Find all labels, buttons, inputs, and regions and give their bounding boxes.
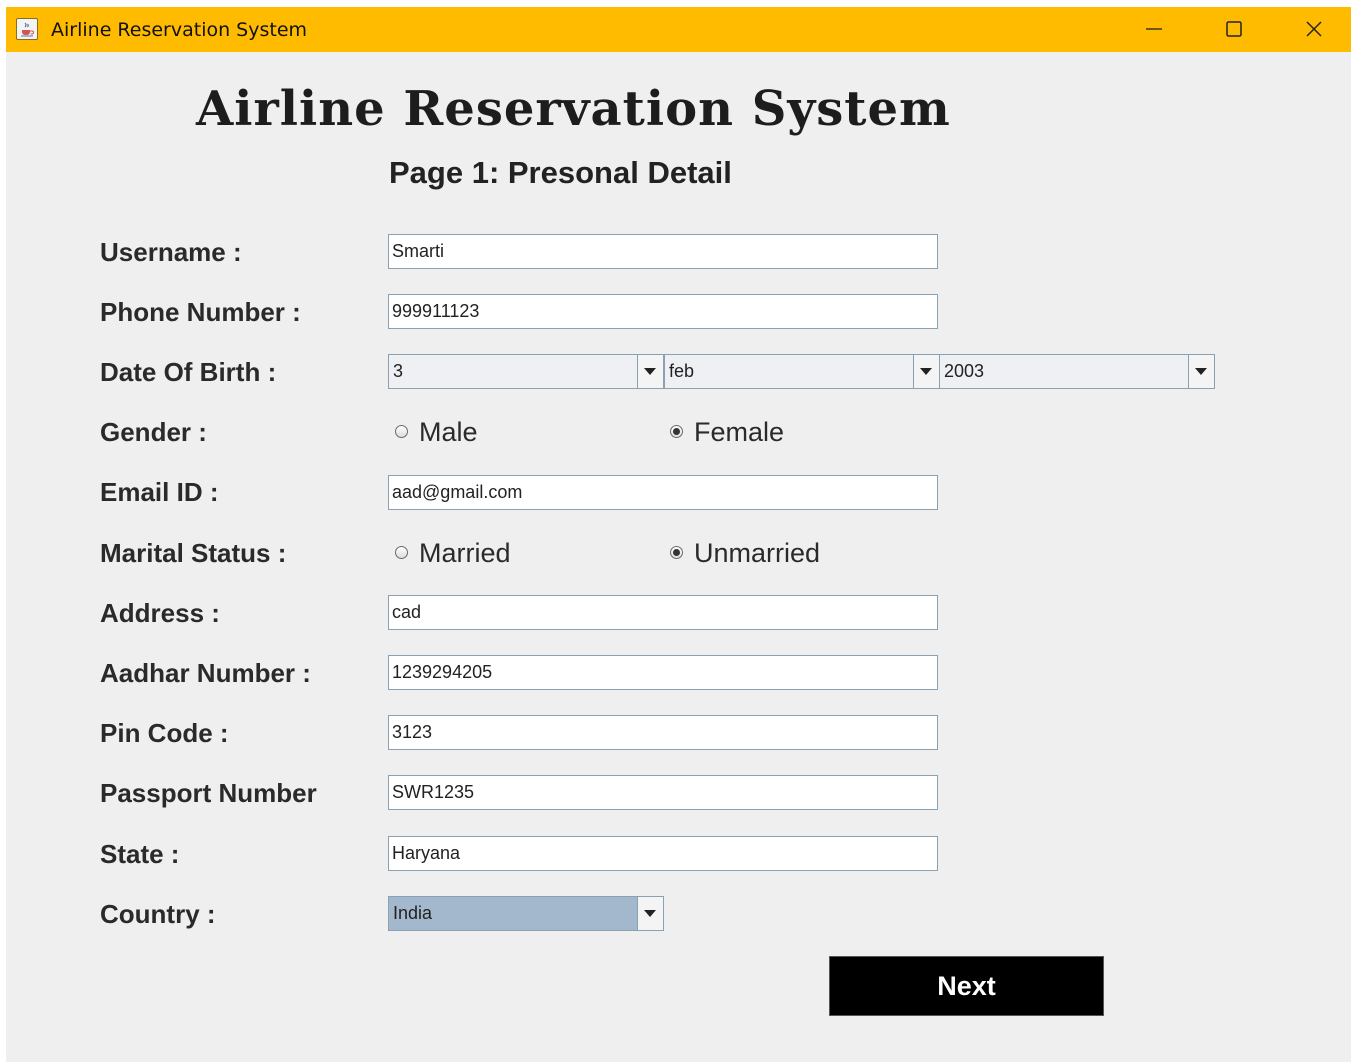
chevron-down-icon <box>644 910 656 917</box>
marital-married-label: Married <box>419 538 511 568</box>
country-label: Country : <box>100 899 216 929</box>
chevron-down-icon <box>920 368 932 375</box>
minimize-icon <box>1146 28 1162 30</box>
aadhar-input[interactable] <box>388 655 938 690</box>
pincode-input[interactable] <box>388 715 938 750</box>
dob-day-select[interactable]: 3 <box>388 354 664 389</box>
marital-married-radio[interactable]: Married <box>390 538 610 570</box>
page-subtitle: Page 1: Presonal Detail <box>389 155 732 190</box>
java-cup-icon <box>16 18 38 40</box>
username-input[interactable] <box>388 234 938 269</box>
country-arrow[interactable] <box>637 897 663 930</box>
dob-month-arrow[interactable] <box>913 355 939 388</box>
chevron-down-icon <box>644 368 656 375</box>
maximize-icon <box>1226 21 1242 37</box>
page-heading: Airline Reservation System <box>196 81 951 137</box>
country-value: India <box>393 903 433 923</box>
title-bar[interactable]: Airline Reservation System <box>6 7 1351 52</box>
marital-unmarried-radio[interactable]: Unmarried <box>665 538 905 570</box>
passport-input[interactable] <box>388 775 938 810</box>
next-button[interactable]: Next <box>829 956 1104 1016</box>
address-label: Address : <box>100 598 220 628</box>
dob-year-value: 2003 <box>944 361 985 381</box>
marital-unmarried-label: Unmarried <box>694 538 821 568</box>
dob-year-arrow[interactable] <box>1188 355 1214 388</box>
address-input[interactable] <box>388 595 938 630</box>
gender-female-radio[interactable]: Female <box>665 417 865 449</box>
email-label: Email ID : <box>100 477 219 507</box>
chevron-down-icon <box>1195 368 1207 375</box>
marital-label: Marital Status : <box>100 538 287 568</box>
gender-female-label: Female <box>694 417 785 447</box>
pincode-label: Pin Code : <box>100 718 229 748</box>
passport-label: Passport Number <box>100 778 317 808</box>
radio-female-indicator[interactable] <box>670 425 683 438</box>
phone-input[interactable] <box>388 294 938 329</box>
dob-month-value: feb <box>669 361 695 381</box>
dob-label: Date Of Birth : <box>100 357 277 387</box>
close-button[interactable] <box>1284 7 1344 52</box>
dob-year-select[interactable]: 2003 <box>939 354 1215 389</box>
dob-day-arrow[interactable] <box>637 355 663 388</box>
state-input[interactable] <box>388 836 938 871</box>
gender-male-label: Male <box>419 417 478 447</box>
state-label: State : <box>100 839 180 869</box>
maximize-button[interactable] <box>1204 7 1264 52</box>
app-window: Airline Reservation System Airline Reser… <box>6 7 1351 1062</box>
minimize-button[interactable] <box>1124 7 1184 52</box>
dob-month-select[interactable]: feb <box>664 354 940 389</box>
aadhar-label: Aadhar Number : <box>100 658 311 688</box>
email-input[interactable] <box>388 475 938 510</box>
country-select[interactable]: India <box>388 896 664 931</box>
window-title: Airline Reservation System <box>51 19 308 41</box>
dob-day-value: 3 <box>393 361 404 381</box>
radio-male-indicator[interactable] <box>395 425 408 438</box>
phone-label: Phone Number : <box>100 297 301 327</box>
close-icon <box>1306 21 1322 37</box>
gender-male-radio[interactable]: Male <box>390 417 590 449</box>
gender-label: Gender : <box>100 417 207 447</box>
radio-married-indicator[interactable] <box>395 546 408 559</box>
radio-unmarried-indicator[interactable] <box>670 546 683 559</box>
username-label: Username : <box>100 237 242 267</box>
